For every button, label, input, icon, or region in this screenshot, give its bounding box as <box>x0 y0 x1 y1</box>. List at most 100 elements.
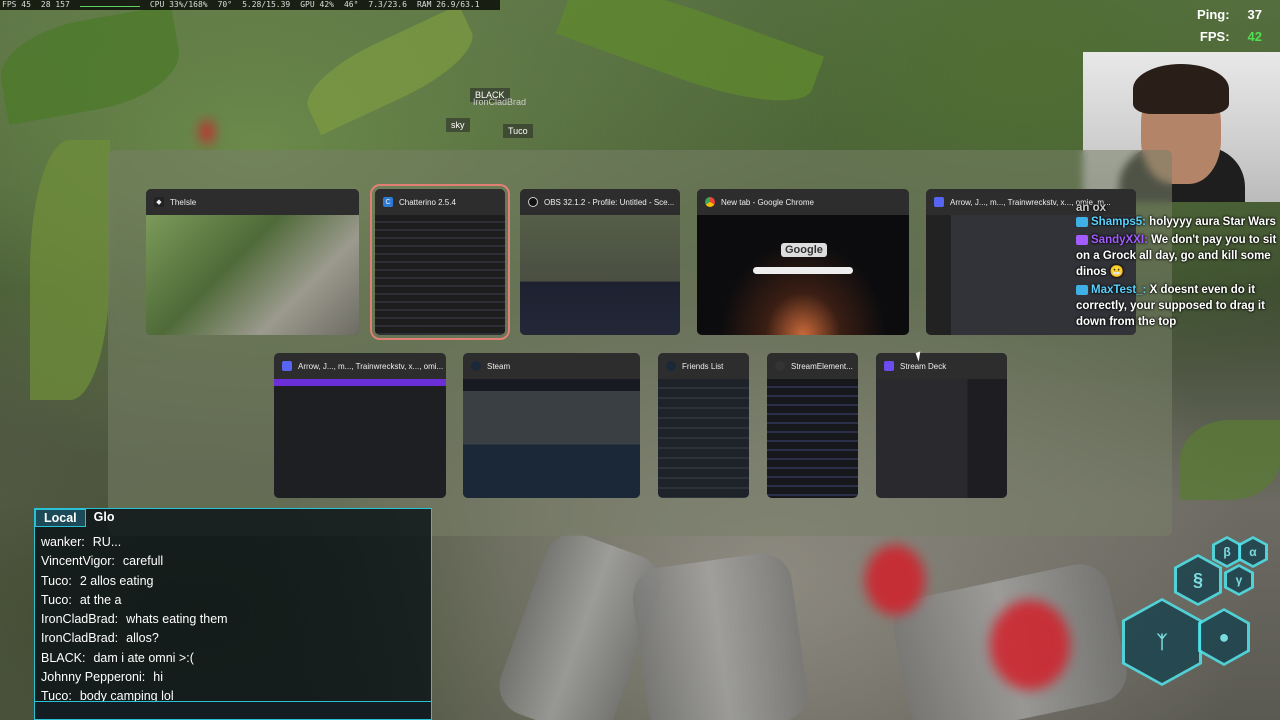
chat-line: Tuco: 2 allos eating <box>41 573 154 588</box>
window-preview <box>876 379 1007 498</box>
cpu-usage: CPU 33%/168% <box>149 0 208 9</box>
foliage <box>0 5 187 125</box>
discord-icon <box>282 361 292 371</box>
chat-message: SandyXXI: We don't pay you to sit on a G… <box>1076 232 1280 280</box>
memory-usage: 5.28/15.39 <box>242 0 291 9</box>
blood-splatter <box>865 545 925 615</box>
window-title: Chatterino 2.5.4 <box>399 197 456 207</box>
foliage <box>30 140 110 400</box>
fps-value: 42 <box>1247 29 1262 44</box>
gamma-icon[interactable]: γ <box>1224 564 1254 596</box>
window-preview <box>463 379 640 498</box>
ram-usage: RAM 26.9/63.1 <box>416 0 480 9</box>
blood-splatter <box>200 120 214 144</box>
net-stats: Ping: 37 FPS: 42 <box>1197 4 1262 48</box>
chat-username: Shamps5: <box>1091 216 1146 228</box>
game-chat-input[interactable] <box>35 701 431 719</box>
window-title: StreamElement... <box>791 361 853 371</box>
grimace-emoji-icon: 😬 <box>1109 266 1125 278</box>
chat-message: Shamps5: holyyyy aura Star Wars <box>1076 214 1280 230</box>
chatterino-icon: C <box>383 197 393 207</box>
window-thumbnail-friends-list[interactable]: Friends List <box>658 353 749 498</box>
sub-badge-icon <box>1076 284 1088 295</box>
player-tag: IronCladBrad <box>473 97 527 107</box>
window-preview <box>767 379 858 498</box>
chat-line: IronCladBrad: allos? <box>41 631 159 646</box>
window-thumbnail-obs[interactable]: OBS 32.1.2 - Profile: Untitled - Sce... <box>520 189 680 335</box>
chat-message: MaxTest_: X doesnt even do it correctly,… <box>1076 282 1280 330</box>
chat-line: Johnny Pepperoni: hi <box>41 670 163 685</box>
stream-chat: an ox Shamps5: holyyyy aura Star Wars Sa… <box>1076 202 1280 332</box>
window-title: Arrow, J..., m..., Trainwreckstv, x..., … <box>298 361 444 371</box>
player-tag: sky <box>446 118 470 132</box>
window-title: Stream Deck <box>900 361 947 371</box>
chat-line: BLACK: dam i ate omni >:( <box>41 650 194 665</box>
streamdeck-icon <box>884 361 894 371</box>
game-chat-log: wanker: RU... VincentVigor: carefull Tuco:… <box>35 527 431 707</box>
frametime-graph <box>79 0 140 7</box>
foliage <box>295 4 485 136</box>
window-preview: Google <box>697 215 909 335</box>
frametime: 28 157 <box>40 0 70 9</box>
window-preview <box>375 215 505 335</box>
player-tag: Tuco <box>503 124 533 138</box>
chat-message-partial: an ox <box>1076 202 1107 212</box>
ability-hud: ᛉ ● § β α γ <box>1114 536 1274 686</box>
gpu-usage: GPU 42% <box>300 0 334 9</box>
window-thumbnail-chatterino[interactable]: C Chatterino 2.5.4 <box>370 184 510 340</box>
alpha-icon[interactable]: α <box>1238 536 1268 568</box>
chrome-icon <box>705 197 715 207</box>
foliage <box>1180 420 1280 500</box>
beta-icon[interactable]: β <box>1212 536 1242 568</box>
sub-badge-icon <box>1076 234 1088 245</box>
chat-text: holyyyy aura Star Wars <box>1149 216 1276 228</box>
ping-label: Ping: <box>1197 7 1230 22</box>
window-thumbnail-streamelements[interactable]: StreamElement... <box>767 353 858 498</box>
window-title: TheIsle <box>170 197 197 207</box>
chat-line: Tuco: at the a <box>41 592 122 607</box>
window-thumbnail-discord-2[interactable]: Arrow, J..., m..., Trainwreckstv, x..., … <box>274 353 446 498</box>
chat-line: VincentVigor: carefull <box>41 554 164 569</box>
obs-icon <box>528 197 538 207</box>
window-title: New tab - Google Chrome <box>721 197 814 207</box>
window-title: OBS 32.1.2 - Profile: Untitled - Sce... <box>544 197 675 207</box>
vram-usage: 7.3/23.6 <box>368 0 407 9</box>
tree-trunk <box>628 549 812 720</box>
game-icon: ◆ <box>154 197 164 207</box>
sub-badge-icon <box>1076 216 1088 227</box>
swirl-icon[interactable]: § <box>1174 554 1222 606</box>
window-thumbnail-chrome[interactable]: New tab - Google Chrome Google <box>697 189 909 335</box>
window-preview <box>274 379 446 498</box>
window-thumbnail-theisle[interactable]: ◆ TheIsle <box>146 189 359 335</box>
blood-splatter <box>990 600 1070 690</box>
game-chat-panel: Local Glo wanker: RU... VincentVigor: care… <box>34 508 432 720</box>
fps-counter: FPS 45 <box>2 0 31 9</box>
chat-username: MaxTest_: <box>1091 284 1147 296</box>
webcam-hair <box>1133 64 1229 114</box>
performance-overlay: FPS 45 28 157 CPU 33%/168% 70° 5.28/15.3… <box>0 0 500 10</box>
chrome-search-box[interactable] <box>753 267 853 274</box>
steam-icon <box>471 361 481 371</box>
window-preview <box>658 379 749 498</box>
window-title: Friends List <box>682 361 724 371</box>
task-switcher: ◆ TheIsle C Chatterino 2.5.4 OBS 32.1.2 - … <box>108 150 1172 536</box>
window-preview <box>146 215 359 335</box>
discord-icon <box>934 197 944 207</box>
steam-icon <box>666 361 676 371</box>
window-thumbnail-steam[interactable]: Steam <box>463 353 640 498</box>
tab-local[interactable]: Local <box>35 509 86 527</box>
chat-line: IronCladBrad: whats eating them <box>41 612 228 627</box>
streamelements-icon <box>775 361 785 371</box>
footprint-icon[interactable]: ᛉ <box>1122 598 1202 686</box>
window-thumbnail-stream-deck[interactable]: Stream Deck <box>876 353 1007 498</box>
window-preview <box>520 215 680 335</box>
chrome-logo: Google <box>781 243 827 257</box>
fps-label: FPS: <box>1199 29 1230 44</box>
cpu-temp: 70° <box>217 0 233 9</box>
gpu-temp: 46° <box>343 0 359 9</box>
chat-line: wanker: RU... <box>41 535 122 549</box>
foliage <box>555 0 825 123</box>
ping-value: 37 <box>1247 7 1262 22</box>
water-drop-icon[interactable]: ● <box>1198 608 1250 666</box>
tab-global[interactable]: Glo <box>86 509 123 527</box>
